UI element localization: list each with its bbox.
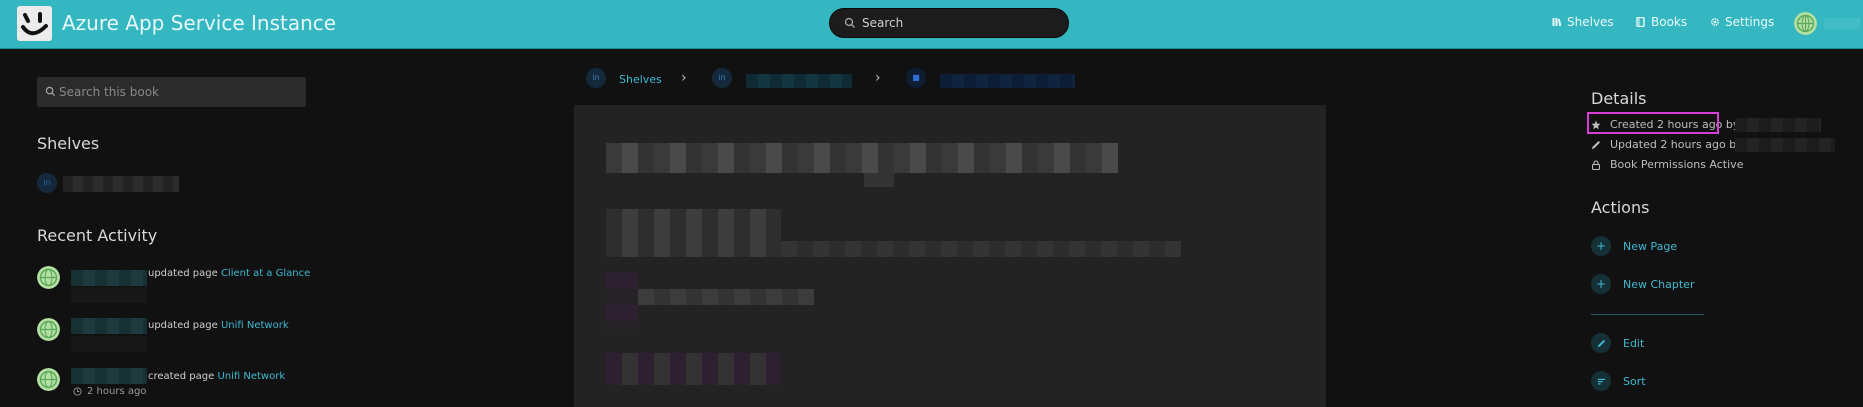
book-title-redacted: [606, 143, 1118, 173]
breadcrumb-shelves-link[interactable]: Shelves: [619, 73, 662, 86]
app-logo[interactable]: [17, 6, 52, 41]
breadcrumb-book-icon[interactable]: ■: [906, 68, 926, 88]
pencil-icon: [1592, 140, 1600, 149]
globe-avatar-icon: [37, 266, 60, 289]
activity-user-redacted[interactable]: [71, 270, 147, 286]
global-search-input[interactable]: Search: [829, 8, 1069, 38]
edit-label: Edit: [1623, 336, 1645, 350]
activity-meta-redacted: [71, 336, 147, 352]
search-placeholder: Search: [862, 16, 904, 30]
shelves-heading: Shelves: [37, 134, 100, 153]
smiley-logo-icon: [17, 6, 52, 41]
top-header: Azure App Service Instance Search Shelve…: [0, 0, 1863, 49]
edit-button[interactable]: Edit: [1591, 333, 1644, 353]
nav-settings-link[interactable]: Settings: [1710, 15, 1774, 29]
activity-timestamp: 2 hours ago: [73, 386, 146, 397]
breadcrumb-chevron-icon: ›: [681, 70, 687, 86]
activity-avatar[interactable]: [37, 318, 60, 341]
new-chapter-label: New Chapter: [1623, 277, 1695, 291]
shelf-chip-icon[interactable]: in: [37, 173, 57, 193]
book-content-card: [574, 105, 1326, 407]
breadcrumb-book-redacted[interactable]: [940, 74, 1075, 88]
updated-text: Updated 2 hours ago b: [1610, 138, 1737, 151]
activity-item: created page Unifi Network: [148, 371, 285, 382]
nav-shelves-label: Shelves: [1567, 15, 1614, 29]
new-page-button[interactable]: + New Page: [1591, 236, 1677, 256]
book-search-input[interactable]: [59, 77, 299, 107]
new-chapter-button[interactable]: + New Chapter: [1591, 274, 1694, 294]
content-marker-redacted: [606, 273, 638, 335]
nav-shelves-link[interactable]: Shelves: [1552, 15, 1614, 29]
activity-action: updated page: [148, 268, 218, 279]
plus-icon: +: [1591, 274, 1611, 294]
activity-item: updated page Client at a Glance: [148, 268, 310, 279]
highlight-box: [1587, 112, 1719, 134]
permissions-info: Book Permissions Active: [1591, 158, 1743, 171]
nav-books-label: Books: [1651, 15, 1688, 29]
search-icon: [45, 86, 56, 97]
breadcrumb-shelf-icon[interactable]: in: [712, 68, 732, 88]
sort-icon: [1591, 371, 1611, 391]
breadcrumb-shelves-icon[interactable]: in: [586, 68, 606, 88]
activity-meta-redacted: [71, 287, 147, 303]
sort-label: Sort: [1623, 374, 1646, 388]
actions-divider: [1591, 314, 1704, 315]
activity-page-link[interactable]: Unifi Network: [221, 320, 289, 331]
gear-icon: [1710, 17, 1720, 27]
books-icon: [1636, 17, 1645, 27]
actions-heading: Actions: [1591, 198, 1650, 217]
activity-time-text: 2 hours ago: [87, 386, 147, 397]
content-block-redacted: [606, 209, 781, 257]
globe-avatar-icon: [37, 318, 60, 341]
activity-avatar[interactable]: [37, 266, 60, 289]
nav-books-link[interactable]: Books: [1636, 15, 1687, 29]
book-search-field[interactable]: [37, 77, 306, 107]
search-icon: [844, 17, 855, 28]
shelf-name-redacted[interactable]: [63, 176, 179, 192]
activity-user-redacted[interactable]: [71, 368, 147, 384]
pencil-icon: [1591, 333, 1611, 353]
updated-by-user-redacted[interactable]: [1735, 138, 1835, 152]
activity-avatar[interactable]: [37, 368, 60, 391]
activity-page-link[interactable]: Unifi Network: [217, 371, 285, 382]
shelves-icon: [1552, 18, 1562, 27]
updated-info: Updated 2 hours ago b: [1591, 138, 1736, 151]
globe-avatar-icon: [37, 368, 60, 391]
new-page-label: New Page: [1623, 239, 1678, 253]
user-avatar[interactable]: [1794, 12, 1817, 35]
clock-icon: [73, 387, 82, 396]
app-title[interactable]: Azure App Service Instance: [62, 11, 336, 35]
globe-avatar-icon: [1794, 12, 1817, 35]
permissions-text: Book Permissions Active: [1610, 158, 1744, 171]
content-line-redacted: [638, 289, 814, 305]
activity-action: updated page: [148, 320, 218, 331]
sort-button[interactable]: Sort: [1591, 371, 1646, 391]
breadcrumb-chevron-icon: ›: [875, 70, 881, 86]
lock-icon: [1591, 159, 1601, 170]
nav-settings-label: Settings: [1725, 15, 1775, 29]
activity-page-link[interactable]: Client at a Glance: [221, 268, 310, 279]
activity-item: updated page Unifi Network: [148, 320, 289, 331]
content-line-redacted: [781, 241, 1181, 257]
breadcrumb-shelf-redacted[interactable]: [746, 74, 852, 88]
content-block-redacted: [606, 353, 781, 385]
created-by-user-redacted[interactable]: [1735, 118, 1821, 132]
book-title-redacted-tail: [864, 173, 894, 187]
plus-icon: +: [1591, 236, 1611, 256]
activity-user-redacted[interactable]: [71, 318, 147, 334]
recent-activity-heading: Recent Activity: [37, 226, 158, 245]
activity-action: created page: [148, 371, 215, 382]
details-heading: Details: [1591, 89, 1647, 108]
user-name-redacted[interactable]: [1824, 18, 1860, 29]
